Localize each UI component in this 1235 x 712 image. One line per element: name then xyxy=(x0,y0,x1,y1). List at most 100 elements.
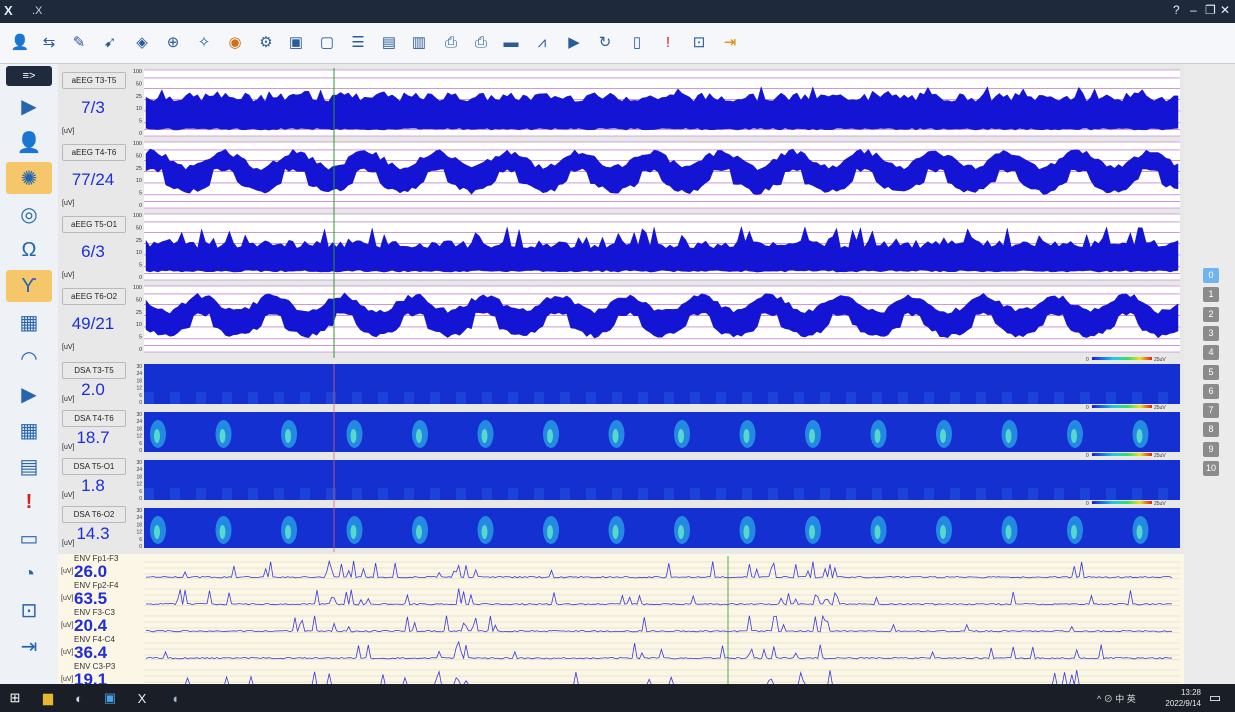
patient-icon[interactable]: 👤 xyxy=(6,126,52,158)
brain-icon[interactable]: ✺ xyxy=(6,162,52,194)
aeeg-scale-label: 0 xyxy=(139,347,142,353)
zoom-icon[interactable]: ⊕ xyxy=(162,31,184,53)
print-icon[interactable]: ⎙ xyxy=(440,31,462,53)
dsa-noise xyxy=(1080,392,1090,404)
eeg-trend-icon[interactable]: ▦ xyxy=(6,306,52,338)
dsa-channel-button[interactable]: DSA T5-O1 xyxy=(62,458,126,475)
aeeg-channel-button[interactable]: aEEG T6-O2 xyxy=(62,288,126,305)
aeeg-channel-button[interactable]: aEEG T4-T6 xyxy=(62,144,126,161)
layout-icon[interactable]: ▭ xyxy=(6,522,52,554)
dsa-scale-label: 12 xyxy=(136,434,142,440)
dsa-scale-label: 18 xyxy=(136,474,142,480)
montage-arrow-icon[interactable]: ➹ xyxy=(99,31,121,53)
video-icon[interactable]: ▶ xyxy=(6,378,52,410)
filter-icon[interactable]: ✧ xyxy=(193,31,215,53)
chart-icon[interactable]: ⩘ xyxy=(531,31,553,53)
env-unit: [uV] xyxy=(61,595,74,602)
dsa-scale-label: 30 xyxy=(136,508,142,514)
windows-icon[interactable]: ⊞ xyxy=(5,689,25,707)
minimize-button[interactable]: – xyxy=(1190,3,1197,17)
page-button-6[interactable]: 6 xyxy=(1203,383,1219,399)
replay-icon[interactable]: ↻ xyxy=(594,31,616,53)
exit-icon[interactable]: ⇥ xyxy=(6,630,52,662)
dsa-noise xyxy=(248,488,258,500)
color-wheel-icon[interactable]: ◉ xyxy=(224,31,246,53)
dsa-spectrogram xyxy=(144,364,1180,404)
exit-icon[interactable]: ⇥ xyxy=(719,31,741,53)
grid-icon[interactable]: ▦ xyxy=(6,414,52,446)
play-icon[interactable]: ▶ xyxy=(6,90,52,122)
dsa-scale-label: 24 xyxy=(136,419,142,425)
alarm-icon[interactable]: ! xyxy=(6,486,52,518)
montage-icon[interactable]: ⇆ xyxy=(38,31,60,53)
add-report-icon[interactable]: ▥ xyxy=(408,31,430,53)
omega-icon[interactable]: Ω xyxy=(6,234,52,266)
close-button[interactable]: ✕ xyxy=(1220,3,1230,17)
collapse-icon[interactable]: ≡> xyxy=(6,66,52,86)
colorbar-min: 0 xyxy=(1086,453,1089,459)
page-button-10[interactable]: 10 xyxy=(1203,461,1219,476)
aeeg-scale-label: 50 xyxy=(136,153,142,159)
layer-icon[interactable]: ◈ xyxy=(131,31,153,53)
dsa-noise xyxy=(976,488,986,500)
montage-edit-icon[interactable]: ✎ xyxy=(68,31,90,53)
book-icon[interactable]: ▯ xyxy=(626,31,648,53)
dsa-scale-label: 30 xyxy=(136,460,142,466)
print-color-icon[interactable]: ⎙ xyxy=(470,31,492,53)
report-icon[interactable]: ▤ xyxy=(378,31,400,53)
page-button-5[interactable]: 5 xyxy=(1203,364,1219,380)
screenshot-icon[interactable]: ▣ xyxy=(285,31,307,53)
help-button[interactable]: ? xyxy=(1173,3,1180,17)
page-button-8[interactable]: 8 xyxy=(1203,422,1219,438)
page-button-1[interactable]: 1 xyxy=(1203,287,1219,303)
dsa-channel-button[interactable]: DSA T4-T6 xyxy=(62,410,126,427)
spectrum-icon[interactable]: ▬ xyxy=(500,31,522,53)
dsa-noise xyxy=(534,392,544,404)
aeeg-channel-button[interactable]: aEEG T3-T5 xyxy=(62,72,126,89)
dsa-burst-core xyxy=(547,429,553,443)
gauge-icon[interactable]: ◠ xyxy=(6,342,52,374)
dsa-noise xyxy=(430,392,440,404)
page-button-0[interactable]: 0 xyxy=(1203,268,1219,283)
alarm-icon[interactable]: ! xyxy=(657,31,679,53)
measure-icon[interactable]: ◔ xyxy=(6,558,52,590)
dsa-spectrogram xyxy=(144,460,1180,500)
restore-button[interactable]: ❐ xyxy=(1205,3,1216,17)
system-tray[interactable]: ^ ⊘ 中 英 xyxy=(1097,692,1136,705)
page-button-9[interactable]: 9 xyxy=(1203,441,1219,457)
app-icon[interactable]: ▣ xyxy=(100,689,120,707)
dsa-burst-core xyxy=(481,525,488,539)
dsa-noise xyxy=(378,392,388,404)
dsa-noise xyxy=(1028,392,1038,404)
page-button-7[interactable]: 7 xyxy=(1203,403,1219,419)
dsa-noise xyxy=(352,392,362,404)
dsa-noise xyxy=(508,488,518,500)
chat-icon[interactable]: ◖ xyxy=(165,689,185,707)
dsa-channel-button[interactable]: DSA T3-T5 xyxy=(62,362,126,379)
dsa-channel-button[interactable]: DSA T6-O2 xyxy=(62,506,126,523)
video-icon[interactable]: ▶ xyxy=(563,31,585,53)
notification-icon[interactable]: ▭ xyxy=(1205,689,1225,707)
env-panel xyxy=(58,554,1184,684)
patient-icon[interactable]: 👤 xyxy=(9,31,31,53)
aeeg-scale-label: 5 xyxy=(139,119,142,125)
notes-icon[interactable]: ▤ xyxy=(6,450,52,482)
aeeg-channel-button[interactable]: aEEG T5-O1 xyxy=(62,216,126,233)
lock-icon[interactable]: ⊡ xyxy=(6,594,52,626)
page-button-4[interactable]: 4 xyxy=(1203,345,1219,361)
explorer-icon[interactable]: ▆ xyxy=(38,689,58,707)
gamma-icon[interactable]: ϒ xyxy=(6,270,52,302)
page-button-3[interactable]: 3 xyxy=(1203,325,1219,341)
dsa-colorbar xyxy=(1092,501,1152,504)
target-icon[interactable]: ◎ xyxy=(6,198,52,230)
page-button-2[interactable]: 2 xyxy=(1203,306,1219,322)
eeg-app-icon[interactable]: X xyxy=(132,689,152,707)
dsa-noise xyxy=(482,488,492,500)
dsa-burst-core xyxy=(678,429,684,443)
analysis-icon[interactable]: ⚙ xyxy=(255,31,277,53)
dsa-scale-label: 0 xyxy=(139,400,142,406)
list-icon[interactable]: ☰ xyxy=(347,31,369,53)
lock-icon[interactable]: ⊡ xyxy=(688,31,710,53)
frame-icon[interactable]: ▢ xyxy=(316,31,338,53)
browser-icon[interactable]: ◐ xyxy=(69,689,89,707)
